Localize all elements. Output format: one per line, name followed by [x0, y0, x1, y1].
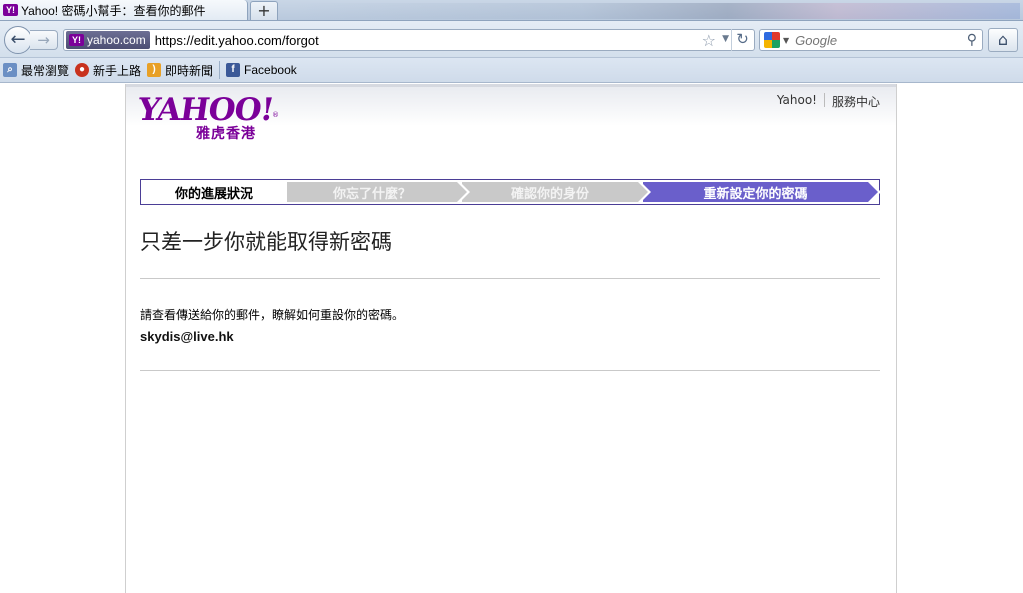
new-tab-button[interactable]: + — [250, 1, 278, 20]
divider — [140, 370, 880, 371]
bookmark-most-visited[interactable]: ⌕ 最常瀏覽 — [3, 62, 69, 79]
reload-icon: ↻ — [736, 30, 749, 48]
firefox-icon: ● — [75, 63, 90, 77]
bookmark-facebook[interactable]: f Facebook — [226, 63, 297, 77]
facebook-icon: f — [226, 63, 241, 77]
step-label: 重新設定你的密碼 — [703, 186, 808, 202]
progress-tracker: 你的進展狀況 你忘了什麼？ 確認你的身份 重新設定你的密碼 — [140, 179, 881, 205]
yahoo-home-link[interactable]: Yahoo! — [777, 93, 817, 110]
bookmarks-toolbar: ⌕ 最常瀏覽 ● 新手上路 ) 即時新聞 f Facebook — [0, 58, 1023, 83]
bookmark-separator — [219, 61, 221, 79]
registered-mark: ® — [272, 111, 279, 119]
bookmark-label: Facebook — [244, 63, 297, 77]
step-label: 你忘了什麼？ — [332, 186, 411, 202]
tab-strip: Y! Yahoo! 密碼小幫手：查看你的郵件 + — [0, 0, 1023, 21]
bookmark-label: 即時新聞 — [165, 63, 214, 78]
search-bar[interactable]: ▼ ⚲ — [759, 29, 983, 51]
logo-subtitle: 雅虎香港 — [196, 126, 256, 142]
tab-strip-background — [290, 3, 1020, 19]
navigation-toolbar: ← → Y! yahoo.com https://edit.yahoo.com/… — [0, 21, 1023, 58]
tab-title: Yahoo! 密碼小幫手：查看你的郵件 — [21, 3, 206, 18]
site-identity-label: yahoo.com — [87, 33, 146, 47]
magnifier-icon[interactable]: ⚲ — [967, 32, 977, 48]
email-address: skydis@live.hk — [140, 329, 234, 344]
home-button[interactable]: ⌂ — [988, 28, 1018, 52]
progress-step-forgot: 你忘了什麼？ — [287, 182, 470, 202]
yahoo-favicon-icon: Y! — [69, 34, 84, 46]
forward-button[interactable]: → — [30, 30, 58, 50]
yahoo-favicon-icon: Y! — [3, 4, 18, 16]
chevron-down-icon[interactable]: ▼ — [783, 36, 789, 45]
tab-active[interactable]: Y! Yahoo! 密碼小幫手：查看你的郵件 — [0, 0, 248, 21]
forward-arrow-icon: → — [37, 31, 50, 49]
progress-step-verify: 確認你的身份 — [462, 182, 651, 202]
back-button[interactable]: ← — [4, 26, 32, 54]
divider — [140, 278, 880, 279]
search-input[interactable] — [795, 32, 956, 48]
site-identity-button[interactable]: Y! yahoo.com — [66, 31, 150, 49]
link-divider — [823, 93, 825, 107]
help-center-link[interactable]: 服務中心 — [832, 93, 880, 110]
star-icon[interactable]: ☆ — [702, 31, 716, 50]
page-title: 只差一步你就能取得新密碼 — [140, 230, 392, 254]
logo-wordmark: YAHOO! — [135, 92, 276, 128]
search-page-icon: ⌕ — [3, 63, 17, 77]
google-icon[interactable] — [764, 32, 780, 48]
url-bar[interactable]: Y! yahoo.com https://edit.yahoo.com/forg… — [63, 29, 755, 51]
back-arrow-icon: ← — [10, 29, 26, 50]
bookmark-label: 最常瀏覽 — [21, 63, 70, 78]
content-frame: YAHOO! ® 雅虎香港 Yahoo! 服務中心 你的進展狀況 你忘了什麼？ … — [125, 84, 897, 593]
progress-label: 你的進展狀況 — [174, 186, 253, 202]
home-icon: ⌂ — [997, 30, 1009, 49]
instruction-text: 請查看傳送給你的郵件，瞭解如何重設你的密碼。 — [140, 308, 405, 322]
progress-step-reset: 重新設定你的密碼 — [643, 182, 881, 202]
bookmark-getting-started[interactable]: ● 新手上路 — [75, 62, 141, 79]
header-links: Yahoo! 服務中心 — [777, 93, 880, 110]
reload-button[interactable]: ↻ — [731, 29, 753, 51]
page-viewport: YAHOO! ® 雅虎香港 Yahoo! 服務中心 你的進展狀況 你忘了什麼？ … — [0, 84, 1023, 593]
url-text[interactable]: https://edit.yahoo.com/forgot — [155, 33, 319, 48]
bookmark-latest-news[interactable]: ) 即時新聞 — [147, 62, 213, 79]
chevron-down-icon[interactable]: ▼ — [722, 34, 729, 44]
bookmark-label: 新手上路 — [93, 63, 142, 78]
rss-icon: ) — [147, 63, 162, 77]
yahoo-logo[interactable]: YAHOO! ® 雅虎香港 — [135, 92, 288, 142]
step-label: 確認你的身份 — [510, 186, 589, 202]
